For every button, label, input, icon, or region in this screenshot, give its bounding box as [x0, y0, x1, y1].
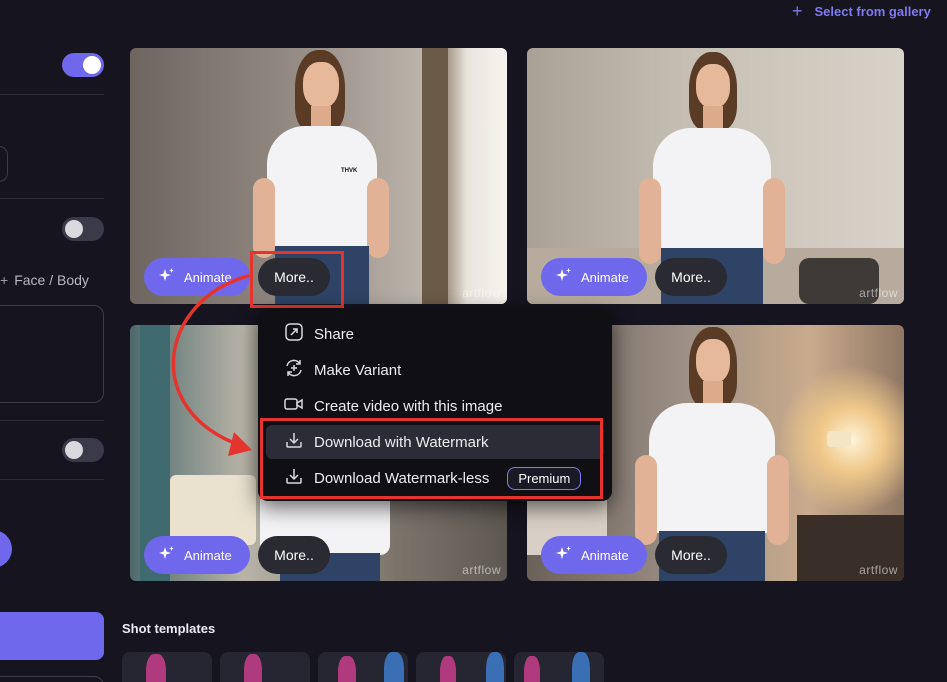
- highlight-box-downloads: [260, 418, 603, 499]
- sparkle-icon: [555, 267, 573, 288]
- generate-button[interactable]: [0, 612, 104, 660]
- animate-button-4[interactable]: Animate: [541, 536, 647, 574]
- artflow-watermark: artflow: [859, 563, 898, 577]
- divider: [0, 94, 104, 95]
- shot-template-2[interactable]: [220, 652, 310, 682]
- sparkle-icon: [158, 545, 176, 566]
- divider: [0, 479, 104, 480]
- more-button-3[interactable]: More..: [258, 536, 330, 574]
- menu-item-make-variant[interactable]: Make Variant: [266, 353, 604, 387]
- toggle-switch-off-2[interactable]: [62, 438, 104, 462]
- more-button-4[interactable]: More..: [655, 536, 727, 574]
- more-button-2[interactable]: More..: [655, 258, 727, 296]
- divider: [0, 420, 104, 421]
- shot-template-5[interactable]: [514, 652, 604, 682]
- artflow-watermark: artflow: [462, 563, 501, 577]
- shot-template-1[interactable]: [122, 652, 212, 682]
- left-bottom-field[interactable]: [0, 676, 104, 682]
- animate-button-2[interactable]: Animate: [541, 258, 647, 296]
- face-body-label: Face / Body: [14, 272, 89, 288]
- left-textarea[interactable]: [0, 305, 104, 403]
- divider: [0, 198, 104, 199]
- plus-icon: +: [792, 1, 803, 21]
- toggle-switch-off[interactable]: [62, 217, 104, 241]
- shot-template-3[interactable]: [318, 652, 408, 682]
- animate-button-3[interactable]: Animate: [144, 536, 250, 574]
- left-input-field[interactable]: [0, 146, 8, 182]
- select-from-gallery-link[interactable]: + Select from gallery: [792, 2, 931, 20]
- toggle-switch-on[interactable]: [62, 53, 104, 77]
- sparkle-icon: [555, 545, 573, 566]
- face-body-option[interactable]: + Face / Body: [0, 272, 89, 288]
- menu-item-share[interactable]: Share: [266, 317, 604, 351]
- annotation-arrow: [171, 274, 252, 456]
- shot-template-4[interactable]: [416, 652, 506, 682]
- artflow-watermark: artflow: [462, 286, 501, 300]
- select-from-gallery-label: Select from gallery: [814, 3, 931, 19]
- shot-templates-title: Shot templates: [122, 621, 216, 636]
- left-action-button[interactable]: [0, 530, 12, 568]
- artflow-watermark: artflow: [859, 286, 898, 300]
